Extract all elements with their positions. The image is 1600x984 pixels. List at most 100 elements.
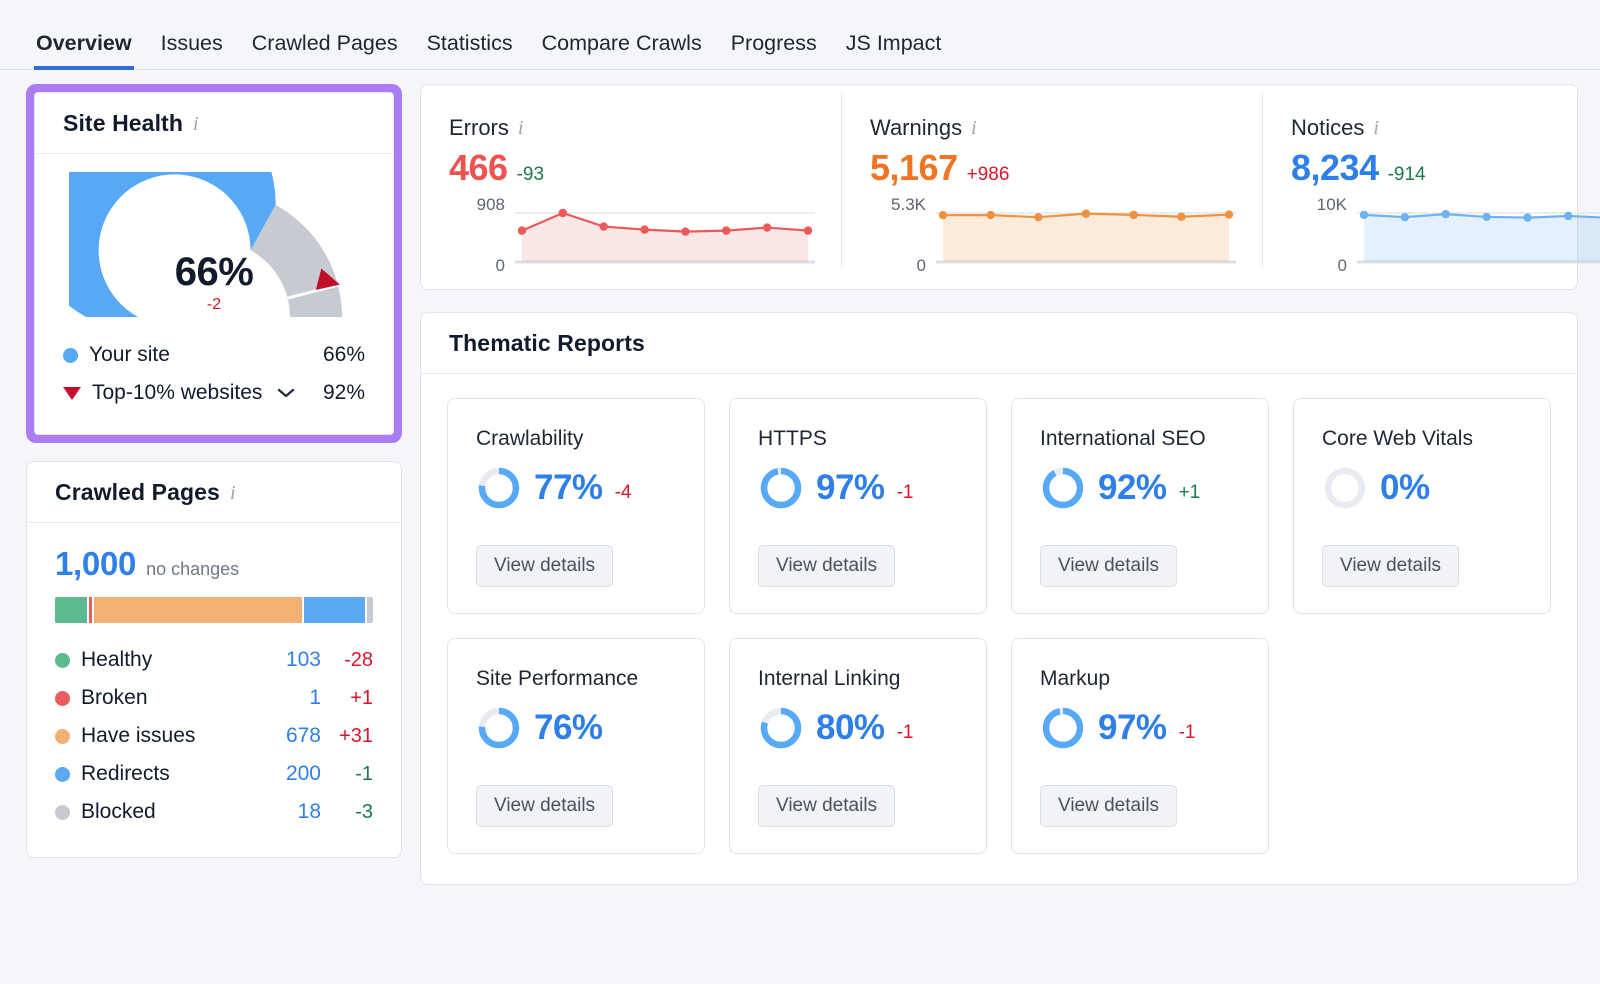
- thematic-card-internal-linking[interactable]: Internal Linking80%-1View details: [729, 638, 987, 854]
- legend-label-group: Top-10% websites: [63, 381, 323, 405]
- info-icon[interactable]: i: [518, 118, 524, 138]
- stat-numbers: 8,234-914: [1291, 147, 1600, 189]
- main-tabbar: Overview Issues Crawled Pages Statistics Com…: [0, 0, 1600, 70]
- sparkline-axis: 9080: [449, 203, 505, 267]
- thematic-grid-spacer: [1293, 638, 1551, 854]
- row-label-group: Redirects: [55, 762, 257, 786]
- crawled-pages-header: Crawled Pages i: [27, 462, 401, 523]
- tab-overview[interactable]: Overview: [34, 31, 134, 70]
- stat-value: 8,234: [1291, 147, 1379, 189]
- axis-min-label: 0: [917, 256, 926, 276]
- thematic-reports-title: Thematic Reports: [449, 330, 645, 357]
- row-label-group: Have issues: [55, 724, 257, 748]
- sparkline-axis: 5.3K0: [870, 203, 926, 267]
- legend-label-group: Your site: [63, 343, 323, 367]
- sparkline-wrap: 10K0: [1291, 203, 1600, 267]
- progress-donut-icon: [758, 465, 804, 511]
- thematic-card-percent: 77%: [534, 468, 603, 508]
- thematic-card-score: 92%+1: [1040, 465, 1240, 511]
- view-details-button[interactable]: View details: [1322, 545, 1459, 587]
- tab-compare-crawls[interactable]: Compare Crawls: [540, 31, 704, 70]
- info-icon[interactable]: i: [971, 118, 977, 138]
- thematic-card-name: Core Web Vitals: [1322, 427, 1522, 451]
- view-details-button[interactable]: View details: [1040, 785, 1177, 827]
- stat-errors: Errorsi466-939080: [421, 93, 841, 267]
- thematic-reports-body: Crawlability77%-4View detailsHTTPS97%-1V…: [421, 374, 1577, 884]
- stat-header: Noticesi: [1291, 115, 1600, 141]
- thematic-reports-card: Thematic Reports Crawlability 77% -4 View d…: [420, 312, 1578, 885]
- thematic-card-percent: 0%: [1380, 468, 1430, 508]
- crawled-pages-row[interactable]: Redirects 200-1: [55, 755, 373, 793]
- info-icon[interactable]: i: [1373, 118, 1379, 138]
- progress-donut-icon: [1322, 465, 1368, 511]
- sparkline-wrap: 5.3K0: [870, 203, 1236, 267]
- row-count: 200: [257, 762, 321, 786]
- view-details-button[interactable]: View details: [1040, 545, 1177, 587]
- crawled-pages-body: 1,000 no changes Healthy103-28Broken1+1H…: [27, 523, 401, 857]
- thematic-card-percent: 92%: [1098, 468, 1167, 508]
- thematic-card-crawlability[interactable]: Crawlability 77% -4 View details: [447, 398, 705, 614]
- tab-crawled-pages[interactable]: Crawled Pages: [250, 31, 400, 70]
- info-icon[interactable]: i: [193, 114, 199, 134]
- site-health-title: Site Health: [63, 110, 183, 137]
- row-delta: +31: [321, 725, 373, 748]
- crawled-pages-legend-list: Healthy103-28Broken1+1Have issues678+31R…: [55, 641, 373, 831]
- tab-progress[interactable]: Progress: [729, 31, 819, 70]
- thematic-card-percent: 97%: [1098, 708, 1167, 748]
- row-count: 1: [257, 686, 321, 710]
- tab-js-impact[interactable]: JS Impact: [844, 31, 944, 70]
- view-details-button[interactable]: View details: [758, 545, 895, 587]
- thematic-card-markup[interactable]: Markup97%-1View details: [1011, 638, 1269, 854]
- legend-name: Your site: [89, 343, 170, 367]
- thematic-card-delta: -4: [615, 482, 632, 511]
- row-label: Healthy: [81, 648, 152, 672]
- site-health-legend: Your site66%Top-10% websites92%: [35, 330, 393, 434]
- stat-value: 5,167: [870, 147, 958, 189]
- site-health-legend-row: Your site66%: [63, 336, 365, 374]
- stat-label: Warnings: [870, 115, 962, 141]
- crawled-pages-row[interactable]: Blocked18-3: [55, 793, 373, 831]
- legend-dot-icon: [55, 805, 70, 820]
- gauge-center-readout: 66% -2: [69, 250, 359, 314]
- legend-name: Top-10% websites: [92, 381, 262, 405]
- sparkline-chart: [936, 203, 1236, 267]
- stat-header: Errorsi: [449, 115, 815, 141]
- thematic-card-score: 76%: [476, 705, 676, 751]
- crawled-pages-total: 1,000: [55, 545, 136, 583]
- tab-issues[interactable]: Issues: [159, 31, 225, 70]
- legend-dot-icon: [55, 767, 70, 782]
- view-details-button[interactable]: View details: [476, 785, 613, 827]
- legend-dot-icon: [55, 729, 70, 744]
- tab-statistics[interactable]: Statistics: [425, 31, 515, 70]
- legend-dot-icon: [63, 348, 78, 363]
- thematic-card-name: Site Performance: [476, 667, 676, 691]
- thematic-card-https[interactable]: HTTPS97%-1View details: [729, 398, 987, 614]
- crawled-pages-row[interactable]: Have issues678+31: [55, 717, 373, 755]
- thematic-card-name: Crawlability: [476, 427, 676, 451]
- sparkline-chart: [1357, 203, 1600, 267]
- crawled-pages-row[interactable]: Healthy103-28: [55, 641, 373, 679]
- thematic-card-percent: 76%: [534, 708, 603, 748]
- progress-donut-icon: [1040, 705, 1086, 751]
- view-details-button[interactable]: View details: [758, 785, 895, 827]
- info-icon[interactable]: i: [230, 483, 236, 503]
- crawled-pages-row[interactable]: Broken1+1: [55, 679, 373, 717]
- site-health-legend-row: Top-10% websites92%: [63, 374, 365, 412]
- thematic-card-score: 77% -4: [476, 465, 676, 511]
- chevron-down-icon[interactable]: [277, 387, 295, 399]
- row-label: Redirects: [81, 762, 170, 786]
- thematic-card-percent: 97%: [816, 468, 885, 508]
- row-delta: -28: [321, 649, 373, 672]
- view-details-button[interactable]: View details: [476, 545, 613, 587]
- thematic-card-site-performance[interactable]: Site Performance 76% View details: [447, 638, 705, 854]
- site-health-value: 66%: [69, 250, 359, 295]
- thematic-card-name: International SEO: [1040, 427, 1240, 451]
- thematic-reports-grid: Crawlability77%-4View detailsHTTPS97%-1V…: [447, 398, 1551, 854]
- stat-delta: +986: [967, 164, 1010, 186]
- row-delta: -1: [321, 763, 373, 786]
- thematic-card-international-seo[interactable]: International SEO 92%+1 View details: [1011, 398, 1269, 614]
- thematic-card-core-web-vitals[interactable]: Core Web Vitals 0% View details: [1293, 398, 1551, 614]
- sparkline-wrap: 9080: [449, 203, 815, 267]
- thematic-card-delta: -1: [897, 482, 914, 511]
- thematic-card-percent: 80%: [816, 708, 885, 748]
